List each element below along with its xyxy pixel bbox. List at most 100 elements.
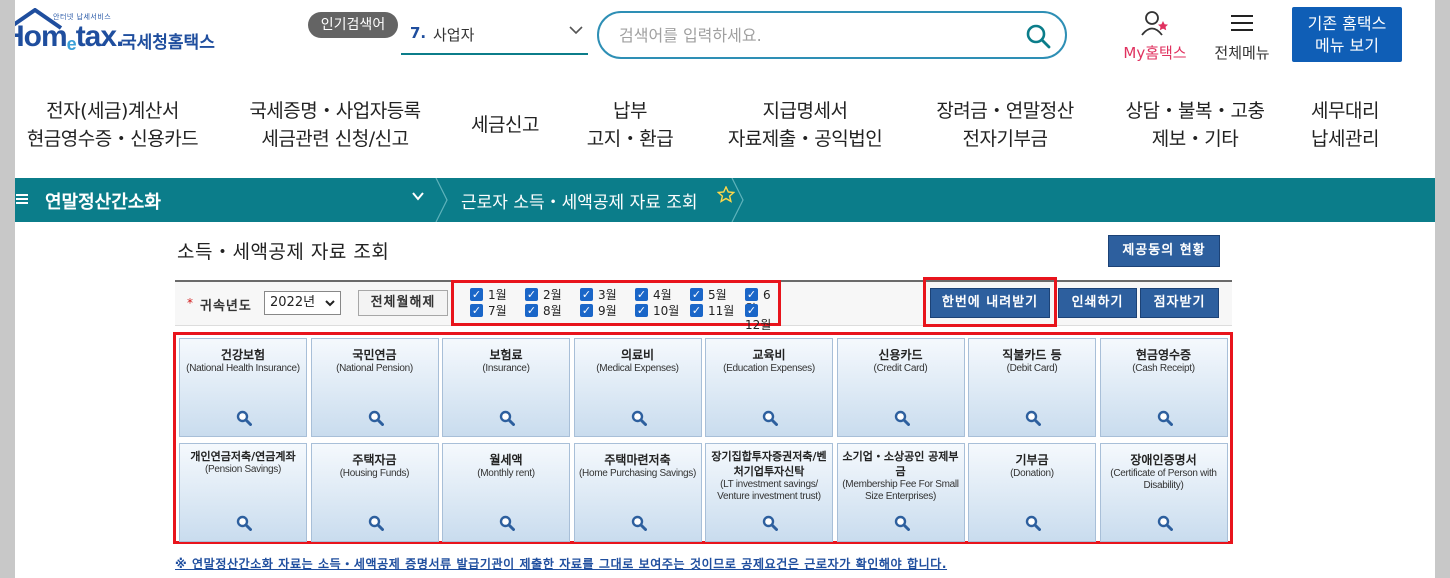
nav-label-line2: 세금관련 신청/신고	[261, 128, 409, 150]
month-label: 3월	[598, 288, 617, 302]
month-checkbox[interactable]: ✓ 11월	[690, 304, 734, 318]
deduction-tile[interactable]: 신용카드 (Credit Card)	[836, 338, 965, 437]
nav-year-end-settlement[interactable]: 장려금・연말정산 전자기부금	[920, 97, 1090, 153]
deduction-tile[interactable]: 기부금 (Donation)	[968, 443, 1096, 542]
provider-consent-status-button[interactable]: 제공동의 현황	[1108, 235, 1220, 267]
nav-certificate[interactable]: 국세증명・사업자등록 세금관련 신청/신고	[240, 97, 430, 153]
deduction-tile[interactable]: 보험료 (Insurance)	[442, 338, 570, 437]
deduction-tile[interactable]: 주택자금 (Housing Funds)	[310, 443, 439, 542]
month-label: 12월	[745, 318, 772, 332]
tile-english-label: (Pension Savings)	[204, 464, 282, 475]
deduction-tile[interactable]: 직불카드 등 (Debit Card)	[968, 338, 1096, 437]
nav-payment-statement[interactable]: 지급명세서 자료제출・공익법인	[715, 97, 895, 153]
magnifier-icon[interactable]	[894, 515, 910, 531]
magnifier-icon[interactable]	[499, 410, 515, 426]
deduction-tile[interactable]: 국민연금 (National Pension)	[310, 338, 439, 437]
magnifier-icon[interactable]	[631, 410, 647, 426]
month-label: 11월	[708, 304, 735, 318]
my-hometax-link[interactable]: My홈택스	[1115, 10, 1195, 63]
magnifier-icon[interactable]	[631, 515, 647, 531]
magnifier-icon[interactable]	[894, 410, 910, 426]
chevron-down-icon	[324, 292, 336, 322]
breadcrumb-separator	[731, 178, 744, 222]
breadcrumb-bar: 연말정산간소화 근로자 소득・세액공제 자료 조회	[15, 178, 1435, 222]
my-hometax-label: My홈택스	[1123, 44, 1187, 62]
popular-search-badge: 인기검색어	[308, 12, 398, 38]
deduction-tile[interactable]: 장애인증명서 (Certificate of Person with Disabi…	[1099, 443, 1228, 542]
tile-english-label: (Membership Fee For Small Size Enterpris…	[842, 479, 959, 502]
magnifier-icon[interactable]	[499, 515, 515, 531]
release-all-months-button[interactable]: 전체월해제	[358, 290, 448, 316]
footnote-notice: ※ 연말정산간소화 자료는 소득・세액공제 증명서류 발급기관이 제출한 자료를…	[175, 557, 948, 571]
magnifier-icon[interactable]	[236, 410, 252, 426]
checkmark-icon: ✓	[745, 304, 758, 317]
legacy-menu-button[interactable]: 기존 홈택스 메뉴 보기	[1292, 7, 1402, 62]
magnifier-icon[interactable]	[1025, 410, 1041, 426]
month-checkbox[interactable]: ✓12월	[745, 304, 778, 332]
month-label: 2월	[543, 288, 562, 302]
magnifier-icon[interactable]	[236, 515, 252, 531]
braille-download-button[interactable]: 점자받기	[1140, 288, 1219, 318]
magnifier-icon[interactable]	[762, 410, 778, 426]
month-checkbox[interactable]: ✓ 2월	[525, 288, 562, 302]
search-icon[interactable]	[1025, 23, 1051, 49]
checkmark-icon: ✓	[470, 304, 483, 317]
all-menu-label: 전체메뉴	[1214, 44, 1270, 62]
magnifier-icon[interactable]	[762, 515, 778, 531]
nav-e-invoice[interactable]: 전자(세금)계산서 현금영수증・신용카드	[25, 97, 200, 153]
deduction-tile[interactable]: 건강보험 (National Health Insurance)	[179, 338, 307, 437]
month-checkbox[interactable]: ✓ 3월	[580, 288, 617, 302]
month-checkbox[interactable]: ✓ 9월	[580, 304, 617, 318]
deduction-tile[interactable]: 주택마련저축 (Home Purchasing Savings)	[573, 443, 702, 542]
breadcrumb-menu[interactable]: 연말정산간소화	[45, 188, 161, 214]
deduction-tile[interactable]: 소기업・소상공인 공제부금 (Membership Fee For Small S…	[836, 443, 965, 542]
nav-tax-filing[interactable]: 세금신고	[455, 111, 555, 139]
month-label: 1월	[488, 288, 507, 302]
menu-icon[interactable]	[15, 190, 29, 211]
search-input[interactable]	[619, 23, 999, 47]
magnifier-icon[interactable]	[1157, 410, 1173, 426]
magnifier-icon[interactable]	[368, 410, 384, 426]
month-checkbox[interactable]: ✓6월	[745, 288, 778, 316]
magnifier-icon[interactable]	[1157, 515, 1173, 531]
deduction-tile[interactable]: 개인연금저축/연금계좌 (Pension Savings)	[179, 443, 307, 542]
nav-consultation[interactable]: 상담・불복・고충 제보・기타	[1110, 97, 1280, 153]
deduction-tile[interactable]: 교육비 (Education Expenses)	[705, 338, 833, 437]
search-box	[597, 11, 1067, 59]
tile-english-label: (Credit Card)	[873, 363, 928, 374]
chevron-down-icon[interactable]	[568, 24, 584, 40]
deduction-tile[interactable]: 의료비 (Medical Expenses)	[573, 338, 702, 437]
chevron-down-icon[interactable]	[411, 188, 425, 207]
year-label: 귀속년도	[200, 299, 252, 314]
nav-label-line1: 세무대리	[1311, 100, 1379, 122]
month-checkbox[interactable]: ✓ 10월	[635, 304, 679, 318]
logo-wordmark-e: e	[66, 34, 77, 54]
tile-title: 직불카드 등	[1002, 348, 1062, 362]
tile-english-label: (Insurance)	[482, 363, 530, 374]
popular-search-word[interactable]: 사업자	[433, 24, 474, 45]
download-all-button[interactable]: 한번에 내려받기	[930, 288, 1050, 318]
tile-english-label: (LT investment savings/ Venture investme…	[717, 479, 821, 502]
month-checkbox[interactable]: ✓ 7월	[470, 304, 507, 318]
tile-english-label: (Home Purchasing Savings)	[579, 468, 696, 479]
tile-title: 주택자금	[352, 453, 397, 467]
deduction-tile[interactable]: 장기집합투자증권저축/벤처기업투자신탁 (LT investment saving…	[705, 443, 833, 542]
checkmark-icon: ✓	[690, 304, 703, 317]
print-button[interactable]: 인쇄하기	[1058, 288, 1137, 318]
month-checkbox[interactable]: ✓ 8월	[525, 304, 562, 318]
tile-english-label: (National Pension)	[336, 363, 413, 374]
all-menu-button[interactable]: 전체메뉴	[1207, 10, 1277, 63]
tile-title: 기부금	[1015, 453, 1049, 467]
month-checkbox[interactable]: ✓ 4월	[635, 288, 672, 302]
hometax-logo[interactable]: 안터넷 납세서비스 Hometax. 국세청홈택스	[15, 8, 233, 62]
deduction-tile[interactable]: 현금영수증 (Cash Receipt)	[1099, 338, 1228, 437]
nav-tax-agent[interactable]: 세무대리 납세관리	[1300, 97, 1390, 153]
year-select[interactable]: 2022년	[264, 291, 341, 315]
nav-payment[interactable]: 납부 고지・환급	[575, 97, 685, 153]
tile-title: 장애인증명서	[1130, 453, 1197, 467]
month-checkbox[interactable]: ✓ 5월	[690, 288, 727, 302]
magnifier-icon[interactable]	[1025, 515, 1041, 531]
deduction-tile[interactable]: 월세액 (Monthly rent)	[442, 443, 570, 542]
magnifier-icon[interactable]	[368, 515, 384, 531]
month-checkbox[interactable]: ✓ 1월	[470, 288, 507, 302]
